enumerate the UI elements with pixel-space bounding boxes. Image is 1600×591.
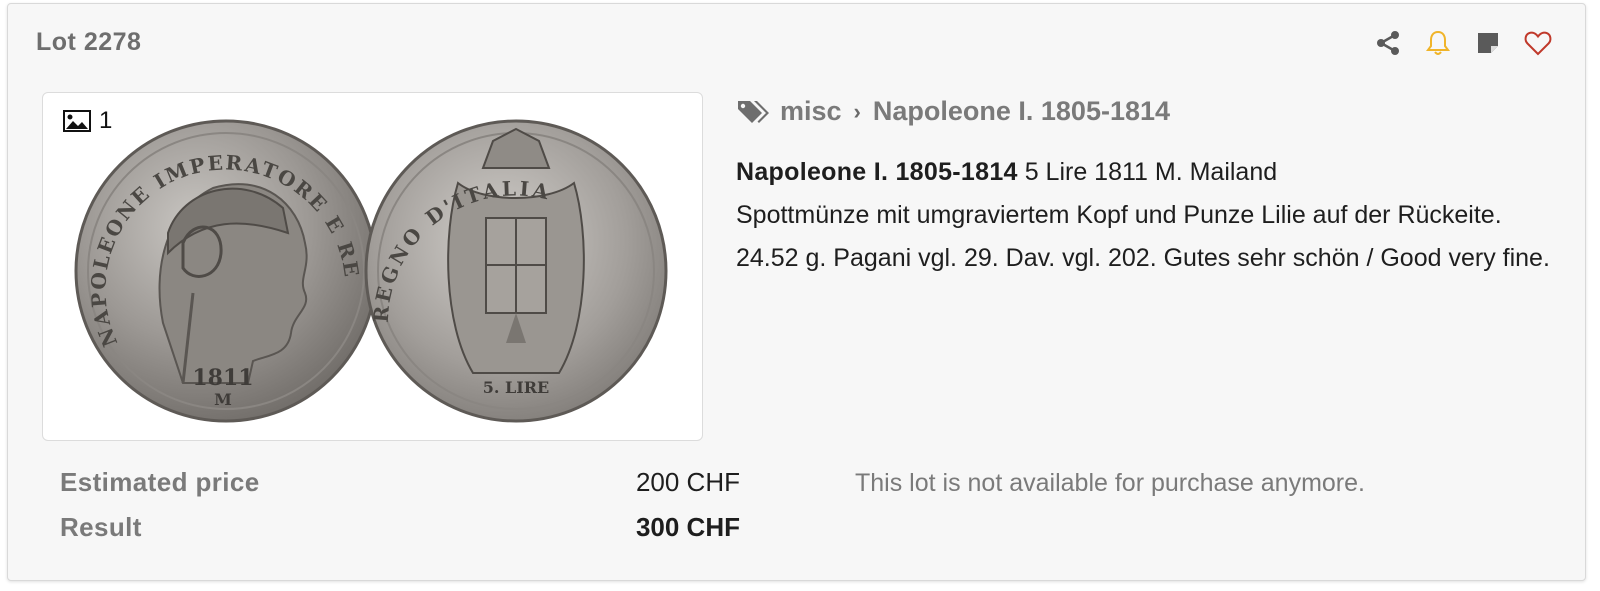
reverse-value: 5. LIRE — [483, 378, 550, 397]
result-row: Result 300 CHF — [60, 505, 740, 550]
lot-card: Lot 2278 1 NAPOLEONE IMPERATORE E RE 181… — [7, 3, 1586, 581]
lot-title: Lot 2278 — [36, 28, 142, 56]
result-label: Result — [60, 512, 142, 542]
note-button[interactable] — [1473, 28, 1503, 58]
share-button[interactable] — [1373, 28, 1403, 58]
description-details: Spottmünze mit umgraviertem Kopf und Pun… — [736, 201, 1502, 229]
heart-icon — [1524, 31, 1552, 56]
tags-icon — [738, 100, 769, 123]
image-icon — [63, 110, 91, 132]
description-heading: Napoleone I. 1805-1814 — [736, 158, 1018, 186]
coin-reverse: REGNO D'ITALIA 5. LIRE — [364, 119, 668, 423]
price-table: Estimated price 200 CHF Result 300 CHF — [60, 460, 740, 550]
chevron-right-icon: › — [853, 98, 861, 124]
lot-image-gallery[interactable]: 1 NAPOLEONE IMPERATORE E RE 1811 M REGNO… — [42, 92, 703, 441]
notify-button[interactable] — [1423, 28, 1453, 58]
breadcrumb: misc › Napoleone I. 1805-1814 — [736, 96, 1170, 127]
note-icon — [1478, 33, 1498, 53]
obverse-year: 1811 — [192, 365, 253, 391]
bell-icon — [1426, 30, 1450, 55]
description-reference: 24.52 g. Pagani vgl. 29. Dav. vgl. 202. … — [736, 244, 1550, 272]
breadcrumb-subcategory[interactable]: Napoleone I. 1805-1814 — [873, 96, 1170, 127]
availability-status: This lot is not available for purchase a… — [855, 469, 1365, 497]
result-value: 300 CHF — [635, 512, 740, 542]
coin-images: NAPOLEONE IMPERATORE E RE 1811 M REGNO D… — [74, 119, 668, 423]
image-count: 1 — [99, 107, 113, 134]
lot-description: Napoleone I. 1805-1814 5 Lire 1811 M. Ma… — [736, 151, 1556, 280]
coin-obverse: NAPOLEONE IMPERATORE E RE 1811 M — [74, 119, 378, 423]
favorite-button[interactable] — [1523, 28, 1553, 58]
estimated-price-value: 200 CHF — [635, 467, 740, 497]
description-title-line: Napoleone I. 1805-1814 5 Lire 1811 M. Ma… — [736, 151, 1556, 194]
estimated-price-label: Estimated price — [60, 467, 260, 497]
share-icon — [1377, 31, 1399, 55]
image-count-badge: 1 — [63, 107, 112, 135]
lot-actions — [1373, 28, 1553, 58]
estimated-price-row: Estimated price 200 CHF — [60, 460, 740, 505]
description-denomination: 5 Lire 1811 M. Mailand — [1024, 158, 1278, 186]
obverse-mint: M — [214, 390, 232, 409]
breadcrumb-category[interactable]: misc — [780, 96, 842, 127]
